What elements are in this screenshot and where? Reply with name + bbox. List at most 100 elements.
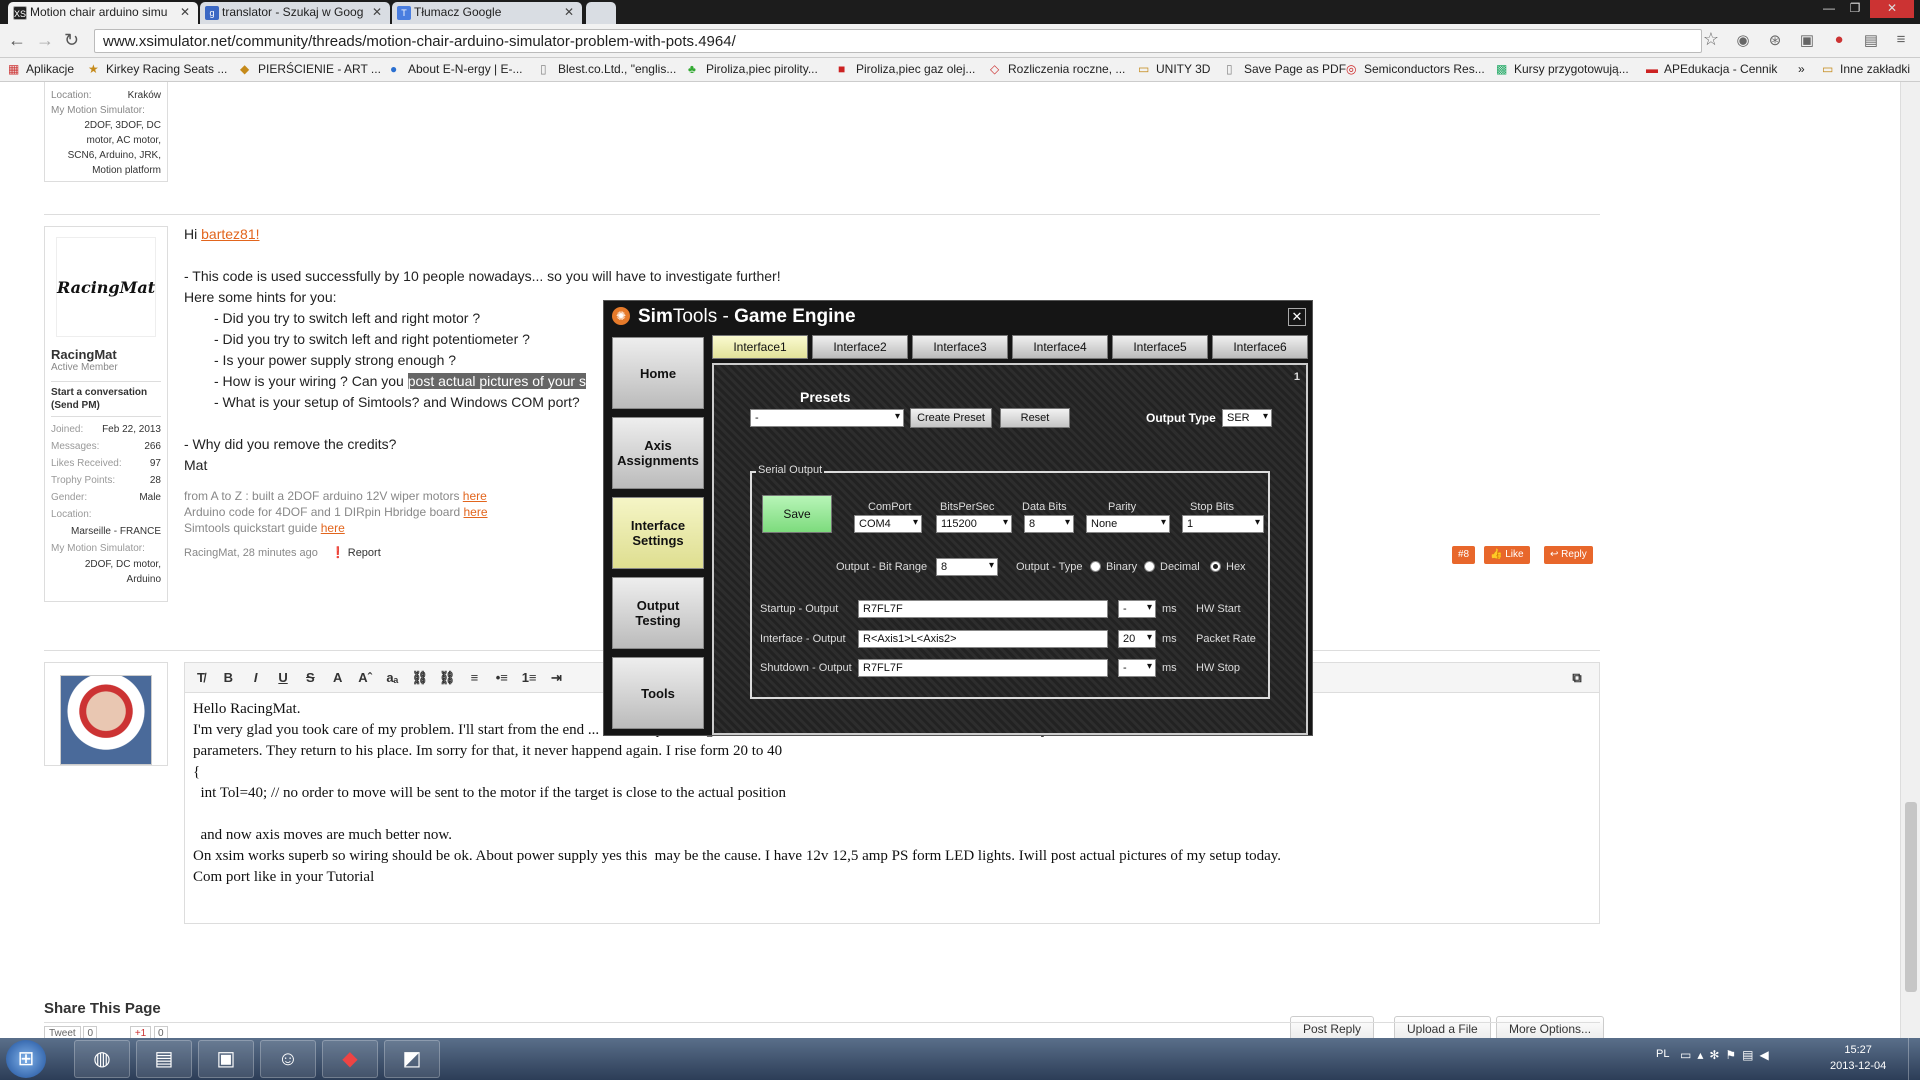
startup-ms-select[interactable]: - [1118, 600, 1156, 618]
link-icon[interactable]: ⛓ [408, 670, 432, 686]
bookmark-item[interactable]: ▬ APEdukacja - Cennik [1646, 62, 1777, 76]
strikethrough-icon[interactable]: S [298, 670, 322, 685]
decimal-radio[interactable] [1144, 561, 1155, 572]
bookmark-apps[interactable]: ▦ Aplikacje [8, 62, 74, 76]
bookmark-item[interactable]: ▯ Blest.co.Ltd., "englis... [540, 62, 676, 76]
packet-rate-select[interactable]: 20 [1118, 630, 1156, 648]
clock[interactable]: 15:27 2013-12-04 [1830, 1042, 1886, 1074]
italic-icon[interactable]: I [244, 670, 268, 685]
tab-tlumacz[interactable]: T Tłumacz Google ✕ [392, 2, 582, 24]
show-desktop-button[interactable] [1908, 1038, 1920, 1080]
bookmark-other[interactable]: ▭ Inne zakładki [1822, 62, 1910, 76]
avatar[interactable]: RacingMat [56, 237, 156, 337]
signature-link[interactable]: here [464, 505, 488, 519]
reload-icon[interactable]: ↻ [64, 30, 79, 51]
create-preset-button[interactable]: Create Preset [910, 408, 992, 428]
extension-icon[interactable]: ⊛ [1766, 31, 1784, 49]
bookmark-item[interactable]: ★ Kirkey Racing Seats ... [88, 62, 227, 76]
startup-output-input[interactable]: R7FL7F [858, 600, 1108, 618]
unlink-icon[interactable]: ⛓ [435, 670, 459, 686]
toggle-bbcode-icon[interactable]: ⧉ [1565, 670, 1589, 686]
reply-button[interactable]: ↩ Reply [1544, 546, 1593, 564]
align-icon[interactable]: ≡ [462, 670, 486, 685]
close-icon[interactable]: ✕ [1288, 308, 1306, 326]
bookmark-item[interactable]: ● About E-N-ergy | E-... [390, 62, 523, 76]
binary-radio[interactable] [1090, 561, 1101, 572]
output-type-select[interactable]: SER [1222, 409, 1272, 427]
numbered-list-icon[interactable]: 1≡ [517, 670, 541, 685]
tab-interface1[interactable]: Interface1 [712, 335, 808, 359]
bookmark-item[interactable]: ■ Piroliza,piec gaz olej... [838, 62, 975, 76]
bookmark-item[interactable]: ▩ Kursy przygotowują... [1496, 62, 1629, 76]
page-scrollbar[interactable] [1900, 82, 1920, 1038]
new-tab-button[interactable] [586, 2, 616, 24]
font-family-icon[interactable]: aₐ [380, 670, 404, 685]
font-color-icon[interactable]: A [326, 670, 350, 685]
preset-select[interactable]: - [750, 409, 904, 427]
minimize-icon[interactable]: — [1816, 0, 1842, 18]
bold-icon[interactable]: B [216, 670, 240, 685]
sidebar-interface-settings[interactable]: Interface Settings [612, 497, 704, 569]
post-reply-button[interactable]: Post Reply [1290, 1016, 1375, 1038]
stopbits-select[interactable]: 1 [1182, 515, 1264, 533]
gplus-button[interactable]: +1 [129, 1026, 152, 1038]
like-button[interactable]: 👍 Like [1484, 546, 1530, 564]
hex-radio[interactable] [1210, 561, 1221, 572]
scrollbar-thumb[interactable] [1905, 802, 1917, 992]
signature-link[interactable]: here [321, 521, 345, 535]
bookmark-item[interactable]: ◇ Rozliczenia roczne, ... [990, 62, 1125, 76]
star-bookmark-icon[interactable]: ☆ [1702, 29, 1720, 49]
sidebar-output-testing[interactable]: Output Testing [612, 577, 704, 649]
tweet-button[interactable]: Tweet [44, 1026, 81, 1038]
more-options-button[interactable]: More Options... [1496, 1016, 1605, 1038]
bookmark-item[interactable]: ◎ Semiconductors Res... [1346, 62, 1485, 76]
url-input[interactable]: www.xsimulator.net/community/threads/mot… [94, 29, 1702, 53]
maximize-icon[interactable]: ❐ [1842, 0, 1868, 18]
username[interactable]: RacingMat [51, 347, 161, 362]
extension-icon[interactable]: ◉ [1734, 31, 1752, 49]
tab-motion-chair[interactable]: XS Motion chair arduino simu ✕ [8, 2, 198, 24]
my-avatar[interactable] [60, 675, 152, 765]
report-link[interactable]: ❗ Report [331, 547, 381, 559]
bookmark-folder[interactable]: ▭ UNITY 3D [1138, 62, 1210, 76]
mention-link[interactable]: bartez81! [201, 226, 259, 242]
forward-arrow-icon[interactable]: → [36, 30, 54, 51]
sidebar-home[interactable]: Home [612, 337, 704, 409]
signature-link[interactable]: here [463, 489, 487, 503]
start-conversation-link[interactable]: Start a conversation (Send PM) [51, 381, 161, 417]
clear-format-icon[interactable]: T̸ [189, 670, 213, 685]
bookmarks-overflow[interactable]: » [1798, 62, 1805, 76]
bookmark-item[interactable]: ◆ PIERŚCIENIE - ART ... [240, 62, 381, 76]
post-timestamp[interactable]: RacingMat, 28 minutes ago [184, 547, 318, 559]
start-button[interactable]: ⊞ [6, 1040, 46, 1078]
bitrange-select[interactable]: 8 [936, 558, 998, 576]
underline-icon[interactable]: U [271, 670, 295, 685]
bitspersec-select[interactable]: 115200 [936, 515, 1012, 533]
shutdown-ms-select[interactable]: - [1118, 659, 1156, 677]
extension-icon[interactable]: ▤ [1862, 31, 1880, 49]
simtools-taskbar-icon[interactable]: ☺ [260, 1040, 316, 1078]
app-taskbar-icon[interactable]: ▣ [198, 1040, 254, 1078]
tab-interface4[interactable]: Interface4 [1012, 335, 1108, 359]
post-number-badge[interactable]: #8 [1452, 546, 1476, 564]
tab-interface2[interactable]: Interface2 [812, 335, 908, 359]
tab-interface5[interactable]: Interface5 [1112, 335, 1208, 359]
explorer-taskbar-icon[interactable]: ▤ [136, 1040, 192, 1078]
comport-select[interactable]: COM4 [854, 515, 922, 533]
simtools-titlebar[interactable]: ✺ SimTools - Game Engine ✕ [604, 301, 1312, 331]
parity-select[interactable]: None [1086, 515, 1170, 533]
sidebar-axis-assignments[interactable]: Axis Assignments [612, 417, 704, 489]
font-size-icon[interactable]: Aˆ [353, 670, 377, 685]
sidebar-tools[interactable]: Tools [612, 657, 704, 729]
bookmark-item[interactable]: ♣ Piroliza,piec pirolity... [688, 62, 818, 76]
tray-icons[interactable]: ▭▴✻⚑▤◀ [1680, 1048, 1775, 1062]
close-tab-icon[interactable]: ✕ [180, 5, 190, 19]
app-taskbar-icon[interactable]: ◩ [384, 1040, 440, 1078]
interface-output-input[interactable]: R<Axis1>L<Axis2> [858, 630, 1108, 648]
sketchup-taskbar-icon[interactable]: ◆ [322, 1040, 378, 1078]
chrome-taskbar-icon[interactable]: ◍ [74, 1040, 130, 1078]
indent-icon[interactable]: ⇥ [544, 670, 568, 686]
menu-icon[interactable]: ≡ [1892, 31, 1910, 49]
tab-interface3[interactable]: Interface3 [912, 335, 1008, 359]
tab-interface6[interactable]: Interface6 [1212, 335, 1308, 359]
